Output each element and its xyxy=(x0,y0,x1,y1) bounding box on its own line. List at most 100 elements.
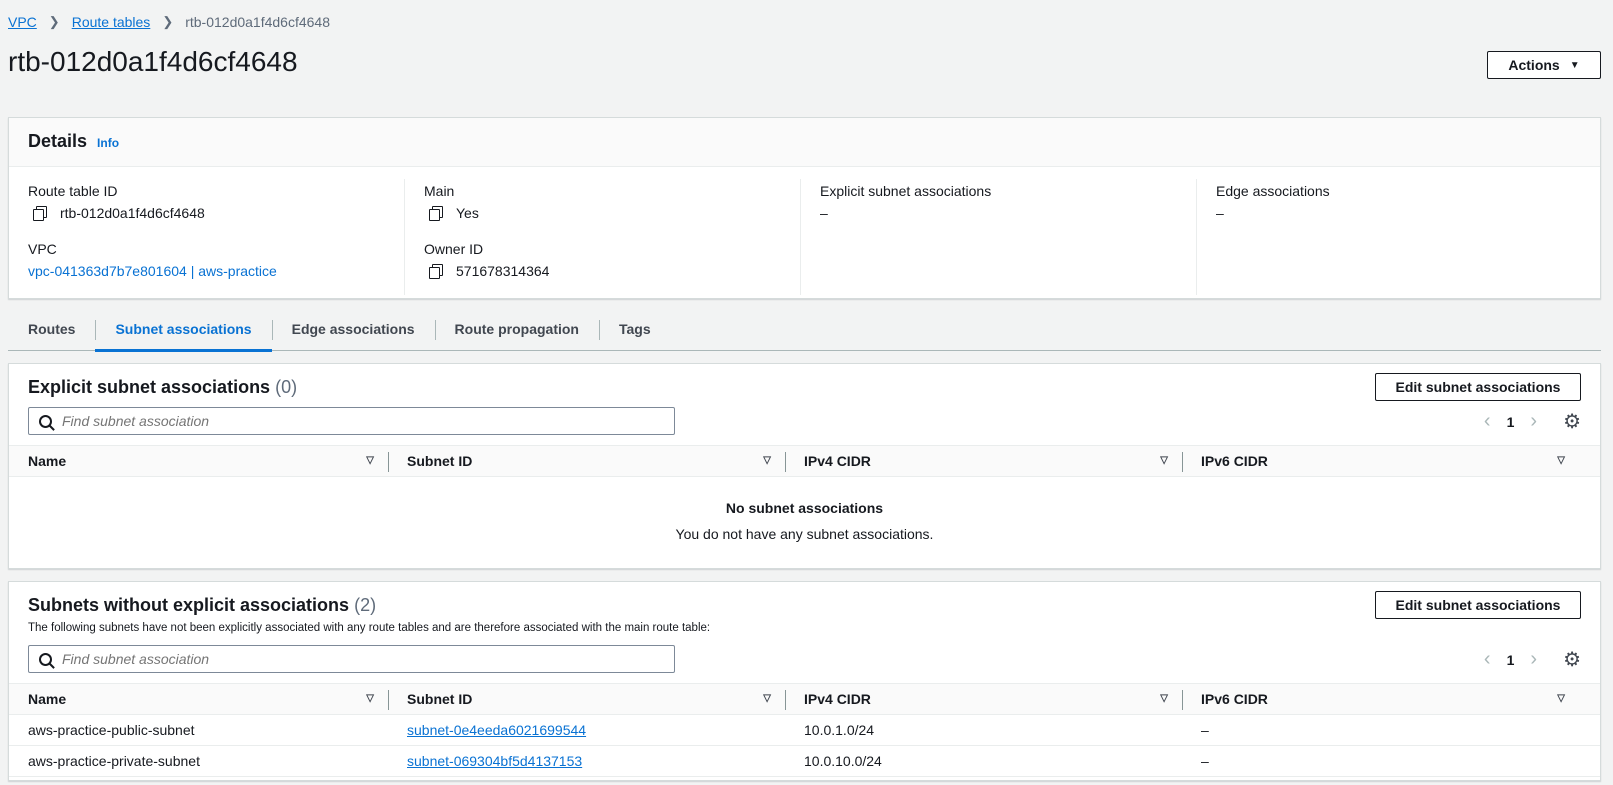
tab-subnet-associations[interactable]: Subnet associations xyxy=(95,315,272,352)
empty-state: No subnet associations You do not have a… xyxy=(9,500,1600,542)
sort-caret-icon[interactable]: ▽ xyxy=(366,455,374,466)
copy-icon[interactable] xyxy=(428,263,444,279)
explicit-associations-title: Explicit subnet associations (0) xyxy=(28,377,297,398)
column-label: Name xyxy=(28,453,67,469)
table-row: aws-practice-private-subnet subnet-06930… xyxy=(9,746,1600,777)
tab-list: Routes Subnet associations Edge associat… xyxy=(8,315,1601,352)
route-table-id-value: rtb-012d0a1f4d6cf4648 xyxy=(60,205,205,221)
breadcrumb-vpc-link[interactable]: VPC xyxy=(8,14,37,30)
sort-caret-icon[interactable]: ▽ xyxy=(1557,693,1565,704)
column-label: IPv6 CIDR xyxy=(1201,453,1268,469)
page-number[interactable]: 1 xyxy=(1507,414,1515,430)
column-header-subnet-id[interactable]: Subnet ID ▽ xyxy=(388,684,785,714)
pagination: ‹ 1 › ⚙ xyxy=(1474,409,1581,434)
edit-subnet-associations-button[interactable]: Edit subnet associations xyxy=(1375,373,1581,401)
table-header: Name ▽ Subnet ID ▽ IPv4 CIDR ▽ IPv6 CIDR ▽ xyxy=(9,445,1600,477)
details-column-2: Main Yes Owner ID 571678314364 xyxy=(405,179,801,295)
breadcrumb-current: rtb-012d0a1f4d6cf4648 xyxy=(185,14,331,30)
breadcrumb: VPC ❯ Route tables ❯ rtb-012d0a1f4d6cf46… xyxy=(8,14,330,30)
column-label: Subnet ID xyxy=(407,691,473,707)
section-description: The following subnets have not been expl… xyxy=(28,622,711,634)
subnet-id-link[interactable]: subnet-069304bf5d4137153 xyxy=(407,753,582,769)
tab-edge-associations[interactable]: Edge associations xyxy=(271,315,435,351)
cell-name: aws-practice-private-subnet xyxy=(28,753,200,769)
copy-icon[interactable] xyxy=(428,205,444,221)
details-panel: Details Info Route table ID rtb-012d0a1f… xyxy=(8,117,1601,299)
search-input[interactable] xyxy=(62,413,662,429)
table-row: aws-practice-public-subnet subnet-0e4eed… xyxy=(9,715,1600,746)
chevron-left-icon[interactable]: ‹ xyxy=(1484,648,1491,671)
search-icon xyxy=(39,652,52,666)
main-value: Yes xyxy=(456,205,479,221)
page-number[interactable]: 1 xyxy=(1507,652,1515,668)
details-column-3: Explicit subnet associations – xyxy=(801,179,1197,295)
sort-caret-icon[interactable]: ▽ xyxy=(1557,455,1565,466)
tab-tags[interactable]: Tags xyxy=(598,315,671,351)
edit-subnet-associations-button[interactable]: Edit subnet associations xyxy=(1375,591,1581,619)
subnet-id-link[interactable]: subnet-0e4eeda6021699544 xyxy=(407,722,586,738)
pagination: ‹ 1 › ⚙ xyxy=(1474,647,1581,672)
copy-icon[interactable] xyxy=(32,205,48,221)
column-header-name[interactable]: Name ▽ xyxy=(9,446,388,476)
search-input[interactable] xyxy=(62,651,662,667)
sort-caret-icon[interactable]: ▽ xyxy=(763,693,771,704)
details-title: Details xyxy=(28,131,88,151)
cell-ipv6: – xyxy=(1201,722,1209,738)
chevron-right-icon: ❯ xyxy=(48,14,60,29)
subnets-without-associations-title: Subnets without explicit associations (2… xyxy=(28,595,376,616)
route-table-id-label: Route table ID xyxy=(28,183,118,199)
actions-label: Actions xyxy=(1508,57,1560,73)
owner-id-value: 571678314364 xyxy=(456,263,550,279)
column-label: IPv4 CIDR xyxy=(804,691,871,707)
cell-ipv4: 10.0.10.0/24 xyxy=(804,753,882,769)
page-title: rtb-012d0a1f4d6cf4648 xyxy=(8,46,298,77)
column-label: Name xyxy=(28,691,67,707)
empty-state-title: No subnet associations xyxy=(725,500,884,516)
explicit-associations-value: – xyxy=(820,205,828,221)
tab-routes[interactable]: Routes xyxy=(8,315,95,351)
edge-associations-label: Edge associations xyxy=(1216,183,1330,199)
main-label: Main xyxy=(424,183,455,199)
empty-state-text: You do not have any subnet associations. xyxy=(675,526,934,542)
gear-icon[interactable]: ⚙ xyxy=(1563,647,1581,672)
tab-route-propagation[interactable]: Route propagation xyxy=(434,315,599,351)
column-header-subnet-id[interactable]: Subnet ID ▽ xyxy=(388,446,785,476)
column-header-ipv6-cidr[interactable]: IPv6 CIDR ▽ xyxy=(1182,446,1579,476)
table-header: Name ▽ Subnet ID ▽ IPv4 CIDR ▽ IPv6 CIDR ▽ xyxy=(9,683,1600,715)
column-header-name[interactable]: Name ▽ xyxy=(9,684,388,714)
cell-ipv4: 10.0.1.0/24 xyxy=(804,722,875,738)
info-link[interactable]: Info xyxy=(97,136,119,150)
edge-associations-value: – xyxy=(1216,205,1224,221)
actions-button[interactable]: Actions ▼ xyxy=(1487,51,1601,79)
chevron-right-icon[interactable]: › xyxy=(1530,648,1537,671)
owner-id-label: Owner ID xyxy=(424,241,484,257)
column-header-ipv4-cidr[interactable]: IPv4 CIDR ▽ xyxy=(785,446,1182,476)
column-label: IPv4 CIDR xyxy=(804,453,871,469)
chevron-left-icon[interactable]: ‹ xyxy=(1484,410,1491,433)
column-header-ipv6-cidr[interactable]: IPv6 CIDR ▽ xyxy=(1182,684,1579,714)
caret-down-icon: ▼ xyxy=(1569,59,1580,71)
sort-caret-icon[interactable]: ▽ xyxy=(763,455,771,466)
sort-caret-icon[interactable]: ▽ xyxy=(1160,455,1168,466)
chevron-right-icon: ❯ xyxy=(162,14,174,29)
details-column-4: Edge associations – xyxy=(1197,179,1593,295)
column-header-ipv4-cidr[interactable]: IPv4 CIDR ▽ xyxy=(785,684,1182,714)
gear-icon[interactable]: ⚙ xyxy=(1563,409,1581,434)
section-count: (2) xyxy=(354,595,377,615)
details-column-1: Route table ID rtb-012d0a1f4d6cf4648 VPC… xyxy=(9,179,405,295)
explicit-associations-panel: Explicit subnet associations (0) Edit su… xyxy=(8,363,1601,569)
section-title-text: Explicit subnet associations xyxy=(28,377,271,397)
vpc-link[interactable]: vpc-041363d7b7e801604 | aws-practice xyxy=(28,263,277,279)
column-label: IPv6 CIDR xyxy=(1201,691,1268,707)
chevron-right-icon[interactable]: › xyxy=(1530,410,1537,433)
section-title-text: Subnets without explicit associations xyxy=(28,595,350,615)
sort-caret-icon[interactable]: ▽ xyxy=(1160,693,1168,704)
search-field[interactable] xyxy=(28,407,675,435)
details-header: Details Info xyxy=(9,118,1600,167)
cell-name: aws-practice-public-subnet xyxy=(28,722,195,738)
search-field[interactable] xyxy=(28,645,675,673)
sort-caret-icon[interactable]: ▽ xyxy=(366,693,374,704)
breadcrumb-route-tables-link[interactable]: Route tables xyxy=(72,14,151,30)
vpc-label: VPC xyxy=(28,241,57,257)
explicit-associations-label: Explicit subnet associations xyxy=(820,183,992,199)
